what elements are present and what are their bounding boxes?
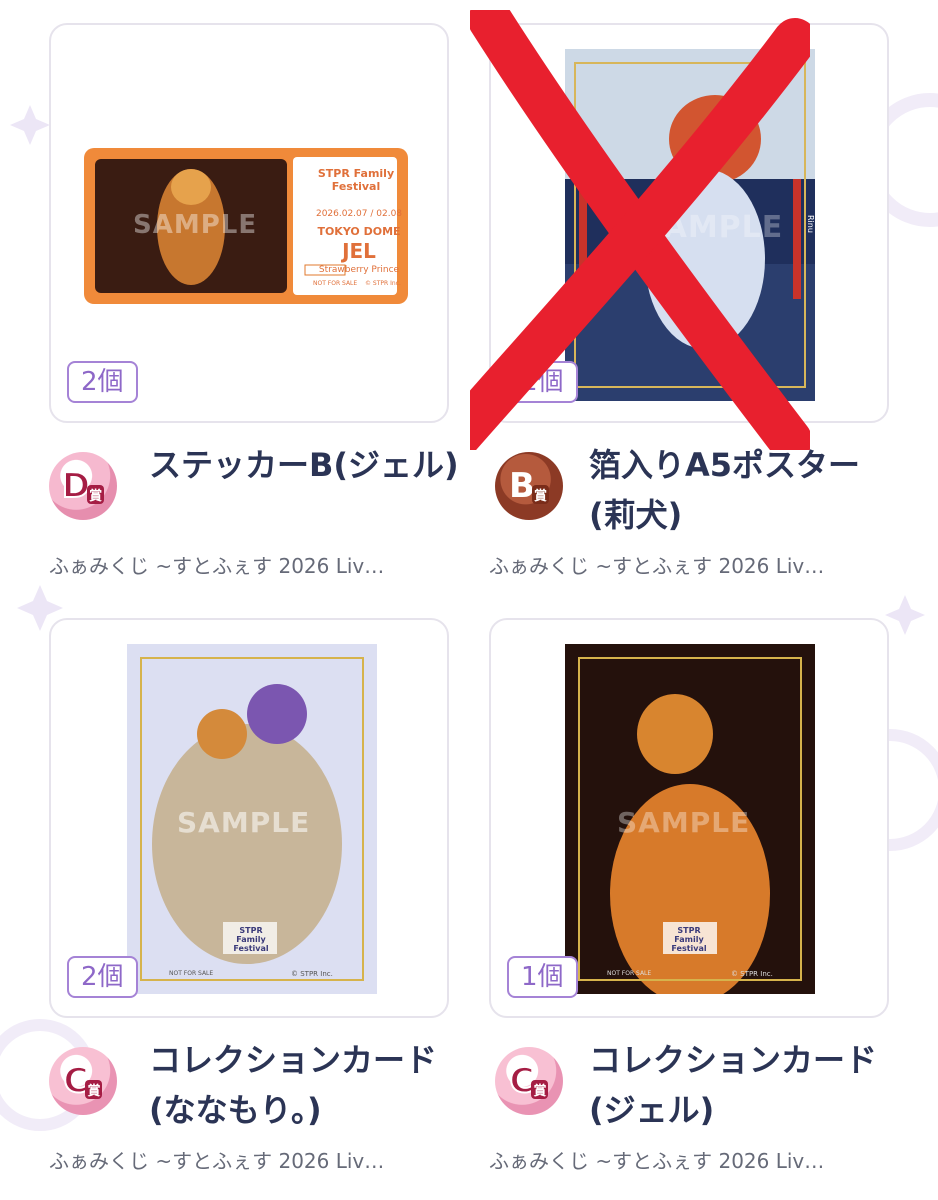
card-logo: STPR Family Festival <box>671 926 707 953</box>
product-info-a5-poster: B賞 箔入りA5ポスター(莉犬) ふぁみくじ ~すとふぇす 2026 Liv… <box>489 440 909 580</box>
prize-rank-c-icon: C賞 <box>495 1047 563 1115</box>
sample-watermark: SAMPLE <box>617 806 751 839</box>
product-card-a5-poster[interactable]: SAMPLE Strawberry Prince Rinu 1個 <box>489 23 889 423</box>
quantity-badge: 1個 <box>507 956 578 998</box>
product-card-sticker-b[interactable]: SAMPLE STPR Family Festival 2026.02.07 /… <box>49 23 449 423</box>
product-title[interactable]: 箔入りA5ポスター(莉犬) <box>589 440 899 540</box>
prize-rank-c-icon: C賞 <box>49 1047 117 1115</box>
product-info-collection-jel: C賞 コレクションカード(ジェル) ふぁみくじ ~すとふぇす 2026 Liv… <box>489 1035 909 1175</box>
product-info-collection-nanamori: C賞 コレクションカード(ななもり。) ふぁみくじ ~すとふぇす 2026 Li… <box>49 1035 469 1175</box>
prize-rank-d-icon: D賞 <box>49 452 117 520</box>
sample-watermark: SAMPLE <box>177 806 311 839</box>
poster-side-left: Strawberry Prince <box>522 255 531 327</box>
product-title[interactable]: ステッカーB(ジェル) <box>149 440 459 490</box>
sticker-logo: STPR Family Festival <box>317 167 395 193</box>
product-subtitle: ふぁみくじ ~すとふぇす 2026 Liv… <box>489 1149 825 1173</box>
product-title[interactable]: コレクションカード(ななもり。) <box>149 1035 459 1135</box>
quantity-badge: 2個 <box>67 361 138 403</box>
sample-watermark: SAMPLE <box>133 210 258 240</box>
sticker-dates: 2026.02.07 / 02.08 <box>315 209 403 219</box>
sticker-copyright: © STPR Inc. <box>365 280 401 287</box>
card-logo: STPR Family Festival <box>233 926 269 953</box>
product-card-collection-jel[interactable]: SAMPLE STPR Family Festival NOT FOR SALE… <box>489 618 889 1018</box>
quantity-badge: 2個 <box>67 956 138 998</box>
sticker-venue: TOKYO DOME <box>317 225 401 238</box>
product-info-sticker-b: D賞 ステッカーB(ジェル) ふぁみくじ ~すとふぇす 2026 Liv… <box>49 440 469 580</box>
product-subtitle: ふぁみくじ ~すとふぇす 2026 Liv… <box>49 554 385 578</box>
prize-rank-b-icon: B賞 <box>495 452 563 520</box>
card-copyright: © STPR Inc. <box>731 970 773 978</box>
poster-side-right: Rinu <box>806 215 815 233</box>
sticker-notice: NOT FOR SALE <box>313 280 358 287</box>
card-notice: NOT FOR SALE <box>169 970 214 977</box>
sticker-group: Strawberry Prince <box>318 265 400 275</box>
quantity-badge: 1個 <box>507 361 578 403</box>
product-subtitle: ふぁみくじ ~すとふぇす 2026 Liv… <box>489 554 825 578</box>
product-card-collection-nanamori[interactable]: SAMPLE STPR Family Festival NOT FOR SALE… <box>49 618 449 1018</box>
sticker-member: JEL <box>342 239 376 263</box>
card-notice: NOT FOR SALE <box>607 970 652 977</box>
product-title[interactable]: コレクションカード(ジェル) <box>589 1035 899 1135</box>
product-subtitle: ふぁみくじ ~すとふぇす 2026 Liv… <box>49 1149 385 1173</box>
card-copyright: © STPR Inc. <box>291 970 333 978</box>
sample-watermark: SAMPLE <box>641 210 784 245</box>
